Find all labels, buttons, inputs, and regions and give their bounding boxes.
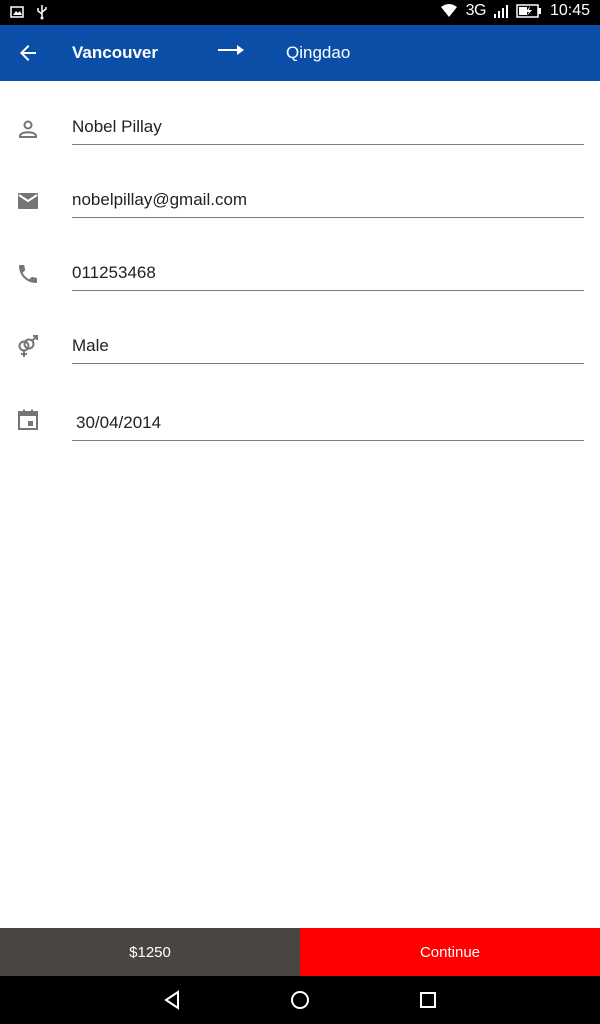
recents-square-icon[interactable] bbox=[417, 989, 439, 1011]
system-nav-bar bbox=[0, 976, 600, 1024]
gender-icon bbox=[18, 335, 38, 357]
network-type: 3G bbox=[465, 2, 487, 19]
email-input[interactable] bbox=[72, 183, 584, 218]
continue-button[interactable]: Continue bbox=[300, 928, 600, 976]
status-bar: 3G 10:45 bbox=[0, 0, 600, 25]
destination-city: Qingdao bbox=[286, 43, 351, 62]
back-arrow-icon[interactable] bbox=[14, 41, 42, 65]
date-row bbox=[0, 400, 600, 460]
phone-icon bbox=[19, 265, 37, 283]
signal-icon bbox=[493, 5, 508, 18]
phone-input[interactable] bbox=[72, 256, 584, 291]
clock: 10:45 bbox=[549, 2, 590, 19]
name-input[interactable] bbox=[72, 110, 584, 145]
usb-icon bbox=[37, 5, 47, 20]
gender-row bbox=[0, 327, 600, 387]
app-bar: Vancouver Qingdao bbox=[0, 25, 600, 81]
home-circle-icon[interactable] bbox=[289, 989, 311, 1011]
origin-city: Vancouver bbox=[72, 43, 158, 62]
calendar-icon bbox=[18, 409, 38, 430]
person-icon bbox=[19, 120, 37, 138]
name-row bbox=[0, 108, 600, 168]
bottom-action-bar: $1250 Continue bbox=[0, 928, 600, 976]
email-icon bbox=[18, 193, 38, 209]
route-arrow-icon bbox=[218, 45, 244, 55]
gender-input[interactable] bbox=[72, 329, 584, 364]
price-label: $1250 bbox=[0, 928, 300, 976]
back-triangle-icon[interactable] bbox=[161, 989, 183, 1011]
image-icon bbox=[10, 6, 24, 18]
date-input[interactable] bbox=[72, 406, 584, 441]
phone-row bbox=[0, 254, 600, 314]
wifi-icon bbox=[440, 4, 457, 17]
battery-charging-icon bbox=[516, 4, 541, 18]
email-row bbox=[0, 181, 600, 241]
